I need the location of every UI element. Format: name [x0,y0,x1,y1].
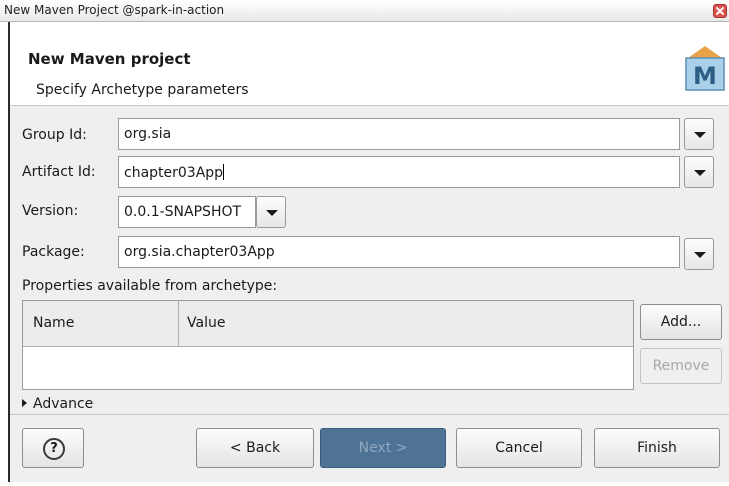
chevron-down-icon [694,252,706,258]
dialog-heading: New Maven project [28,50,191,68]
finish-button-label: Finish [637,440,677,456]
version-value: 0.0.1-SNAPSHOT [124,204,242,220]
dialog-subheading: Specify Archetype parameters [36,82,249,98]
advanced-toggle[interactable]: Advance [22,396,93,412]
column-header-value[interactable]: Value [187,315,225,331]
package-label: Package: [22,244,85,260]
package-dropdown[interactable] [684,238,714,270]
package-value: org.sia.chapter03App [124,244,275,260]
properties-table[interactable]: Name Value [22,300,634,390]
window-titlebar: New Maven Project @spark-in-action [0,0,729,22]
column-header-name[interactable]: Name [33,315,74,331]
remove-button[interactable]: Remove [640,348,722,384]
properties-label: Properties available from archetype: [22,278,278,294]
footer-divider [10,414,729,415]
advanced-label: Advance [33,396,94,412]
version-field[interactable]: 0.0.1-SNAPSHOT [118,196,256,228]
group-id-dropdown[interactable] [684,118,714,150]
dialog-banner: New Maven project Specify Archetype para… [10,22,729,106]
artifact-id-field[interactable]: chapter03App [118,156,680,188]
triangle-right-icon [22,399,27,407]
chevron-down-icon [266,210,278,216]
chevron-down-icon [694,170,706,176]
back-button[interactable]: < Back [196,428,314,468]
window-title: New Maven Project @spark-in-action [4,3,225,17]
question-circle-icon: ? [43,438,65,460]
remove-button-label: Remove [652,358,710,374]
group-id-label: Group Id: [22,127,87,143]
back-button-label: < Back [229,440,281,456]
artifact-id-label: Artifact Id: [22,164,96,180]
close-icon[interactable] [713,4,727,18]
next-button[interactable]: Next > [320,428,446,468]
artifact-id-value: chapter03App [124,164,225,181]
finish-button[interactable]: Finish [594,428,720,468]
version-label: Version: [22,203,79,219]
version-dropdown[interactable] [256,196,286,228]
group-id-field[interactable]: org.sia [118,118,680,150]
add-button[interactable]: Add... [640,304,722,340]
column-divider [178,301,179,347]
text-cursor [223,164,225,180]
chevron-down-icon [694,132,706,138]
logo-letter: M [693,62,717,90]
group-id-value: org.sia [124,126,172,142]
next-button-label: Next > [358,440,408,456]
help-button[interactable]: ? [22,428,84,468]
cancel-button-label: Cancel [495,440,543,456]
artifact-id-dropdown[interactable] [684,156,714,188]
add-button-label: Add... [660,314,702,330]
package-field[interactable]: org.sia.chapter03App [118,236,680,268]
table-header: Name Value [23,301,633,347]
cancel-button[interactable]: Cancel [456,428,582,468]
maven-logo-icon: M [685,46,725,91]
dialog: New Maven project Specify Archetype para… [8,22,729,482]
